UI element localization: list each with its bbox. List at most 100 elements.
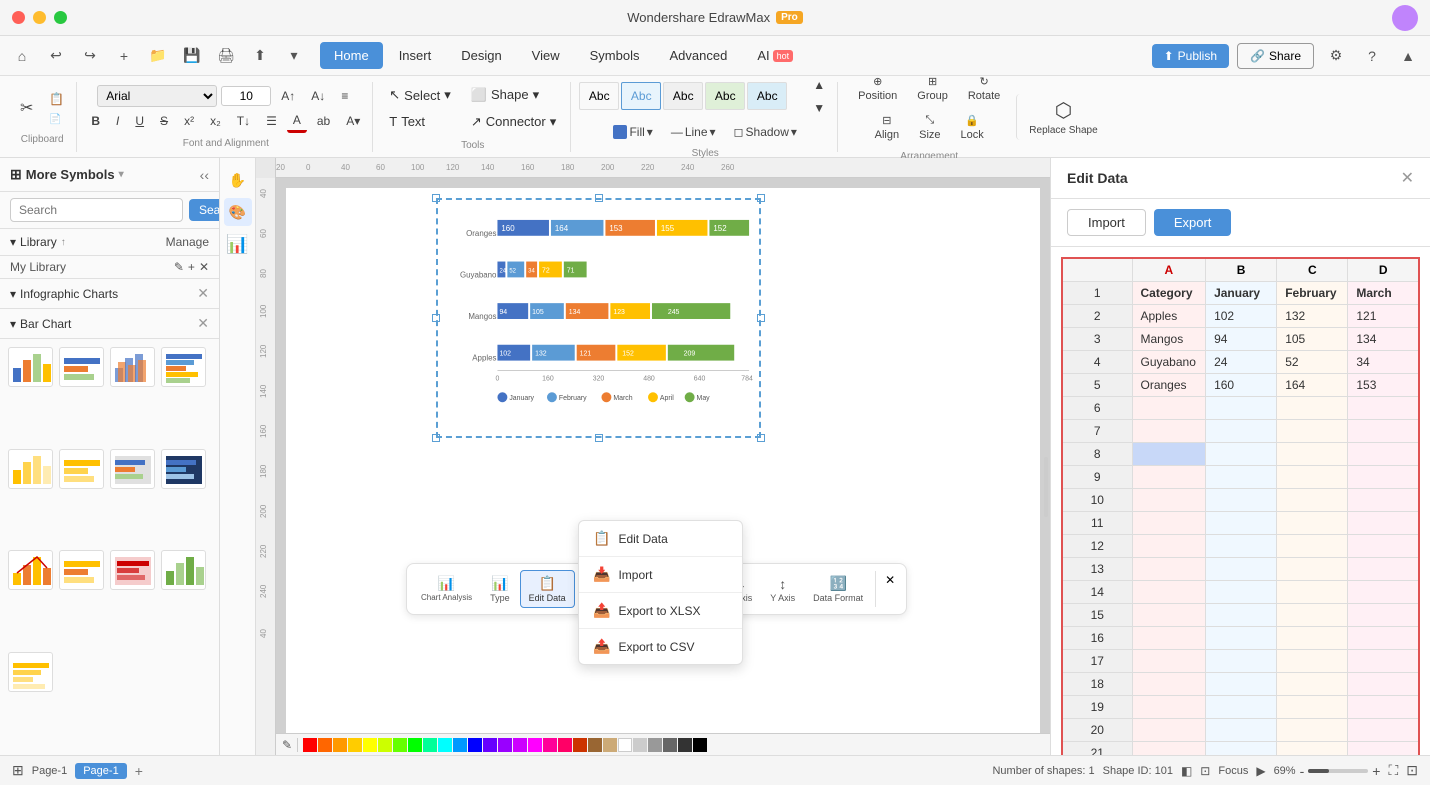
cell-12-d[interactable]	[1348, 535, 1419, 558]
cell-7-a[interactable]	[1132, 420, 1206, 443]
text-format-btn[interactable]: T↓	[231, 111, 256, 131]
manage-btn[interactable]: Manage	[166, 235, 209, 249]
group-btn[interactable]: ⊞ Group	[909, 71, 956, 106]
tab-home[interactable]: Home	[320, 42, 383, 69]
bar-chart-close[interactable]: ✕	[197, 315, 209, 332]
color-swatch-pink[interactable]	[543, 738, 557, 752]
font-family-select[interactable]: Arial	[97, 85, 217, 107]
cell-20-b[interactable]	[1206, 719, 1277, 742]
replace-shape-btn[interactable]: ⬡ Replace Shape	[1016, 94, 1109, 140]
color-swatch-darkorange[interactable]	[333, 738, 347, 752]
edit-data-toolbar-btn[interactable]: 📋 Edit Data	[520, 570, 575, 608]
italic-btn[interactable]: I	[110, 111, 125, 131]
cell-3-b[interactable]: 94	[1206, 328, 1277, 351]
selected-chart[interactable]: Oranges Guyabano Mangos Apples 160 164	[436, 198, 761, 438]
cell-21-c[interactable]	[1277, 742, 1348, 756]
cell-21-d[interactable]	[1348, 742, 1419, 756]
style-abc3[interactable]: Abc	[663, 82, 703, 110]
style-scroll-up[interactable]: ▲	[807, 75, 831, 95]
more-btn[interactable]: ▾	[280, 42, 308, 70]
cell-10-a[interactable]	[1132, 489, 1206, 512]
cell-18-b[interactable]	[1206, 673, 1277, 696]
cell-8-d[interactable]	[1348, 443, 1419, 466]
cell-4-d[interactable]: 34	[1348, 351, 1419, 374]
color-swatch-lightgray[interactable]	[633, 738, 647, 752]
cell-4-c[interactable]: 52	[1277, 351, 1348, 374]
cell-14-d[interactable]	[1348, 581, 1419, 604]
cell-8-a[interactable]	[1132, 443, 1206, 466]
cell-18-d[interactable]	[1348, 673, 1419, 696]
cell-15-c[interactable]	[1277, 604, 1348, 627]
dropdown-edit-data[interactable]: 📋 Edit Data	[579, 521, 742, 556]
bar-chart-header[interactable]: ▾ Bar Chart ✕	[0, 309, 219, 339]
rotate-btn[interactable]: ↻ Rotate	[960, 71, 1008, 106]
tab-symbols[interactable]: Symbols	[576, 42, 654, 69]
minimize-button[interactable]	[33, 11, 46, 24]
close-button[interactable]	[12, 11, 25, 24]
hand-tool-btn[interactable]: ✋	[224, 166, 252, 194]
shape-tool-btn[interactable]: ⬜ Shape ▾	[463, 83, 564, 107]
cell-1-d[interactable]: March	[1348, 282, 1419, 305]
superscript-btn[interactable]: x²	[178, 111, 200, 131]
cell-3-d[interactable]: 134	[1348, 328, 1419, 351]
export-btn[interactable]: ⬆	[246, 42, 274, 70]
cell-17-d[interactable]	[1348, 650, 1419, 673]
color-swatch-magenta[interactable]	[528, 738, 542, 752]
redo-btn[interactable]: ↪	[76, 42, 104, 70]
color-swatch-yellowgreen[interactable]	[378, 738, 392, 752]
tab-view[interactable]: View	[518, 42, 574, 69]
cell-11-c[interactable]	[1277, 512, 1348, 535]
cell-14-a[interactable]	[1132, 581, 1206, 604]
paint-btn[interactable]: 🎨	[224, 198, 252, 226]
decrease-font-btn[interactable]: A↓	[305, 86, 331, 106]
cell-13-d[interactable]	[1348, 558, 1419, 581]
color-swatch-cyan[interactable]	[438, 738, 452, 752]
data-format-btn[interactable]: 🔢 Data Format	[805, 571, 871, 607]
cell-1-b[interactable]: January	[1206, 282, 1277, 305]
increase-font-btn[interactable]: A↑	[275, 86, 301, 106]
lock-btn[interactable]: 🔒 Lock	[953, 110, 992, 145]
cell-9-a[interactable]	[1132, 466, 1206, 489]
cell-20-c[interactable]	[1277, 719, 1348, 742]
color-swatch-brightyellow[interactable]	[363, 738, 377, 752]
cell-2-a[interactable]: Apples	[1132, 305, 1206, 328]
style-abc1[interactable]: Abc	[579, 82, 619, 110]
new-btn[interactable]: +	[110, 42, 138, 70]
maximize-button[interactable]	[54, 11, 67, 24]
cell-21-b[interactable]	[1206, 742, 1277, 756]
cell-8-b[interactable]	[1206, 443, 1277, 466]
underline-btn[interactable]: U	[129, 111, 150, 131]
size-btn[interactable]: ⤡ Size	[911, 110, 948, 145]
list-btn[interactable]: ☰	[260, 111, 283, 131]
cell-14-b[interactable]	[1206, 581, 1277, 604]
font-color2-btn[interactable]: A▾	[340, 111, 366, 131]
style-scroll-down[interactable]: ▼	[807, 98, 831, 118]
publish-button[interactable]: ⬆Publish	[1152, 44, 1229, 68]
cell-11-d[interactable]	[1348, 512, 1419, 535]
panel-toggle-btn[interactable]: ⊡	[1406, 762, 1418, 779]
cell-3-a[interactable]: Mangos	[1132, 328, 1206, 351]
color-swatch-nearblack[interactable]	[678, 738, 692, 752]
chart-item-5[interactable]	[8, 449, 53, 489]
color-swatch-black[interactable]	[693, 738, 707, 752]
chart-item-7[interactable]	[110, 449, 155, 489]
dropdown-export-xlsx[interactable]: 📤 Export to XLSX	[579, 593, 742, 628]
help-button[interactable]: ?	[1358, 42, 1386, 70]
cell-6-c[interactable]	[1277, 397, 1348, 420]
bold-btn[interactable]: B	[85, 111, 106, 131]
sidebar-close-btn[interactable]: ‹‹	[200, 167, 209, 183]
color-swatch-darkgray[interactable]	[663, 738, 677, 752]
highlight-btn[interactable]: ab	[311, 111, 336, 131]
cell-17-c[interactable]	[1277, 650, 1348, 673]
cell-16-d[interactable]	[1348, 627, 1419, 650]
home-icon-btn[interactable]: ⌂	[8, 42, 36, 70]
layers-btn[interactable]: ⊞	[12, 762, 24, 779]
cell-13-c[interactable]	[1277, 558, 1348, 581]
cell-19-a[interactable]	[1132, 696, 1206, 719]
cell-9-c[interactable]	[1277, 466, 1348, 489]
page-1-tab[interactable]: Page-1	[75, 763, 126, 779]
zoom-slider[interactable]	[1308, 769, 1368, 773]
my-lib-close-btn[interactable]: ✕	[199, 260, 209, 274]
tab-advanced[interactable]: Advanced	[655, 42, 741, 69]
color-swatch-brightgreen[interactable]	[408, 738, 422, 752]
